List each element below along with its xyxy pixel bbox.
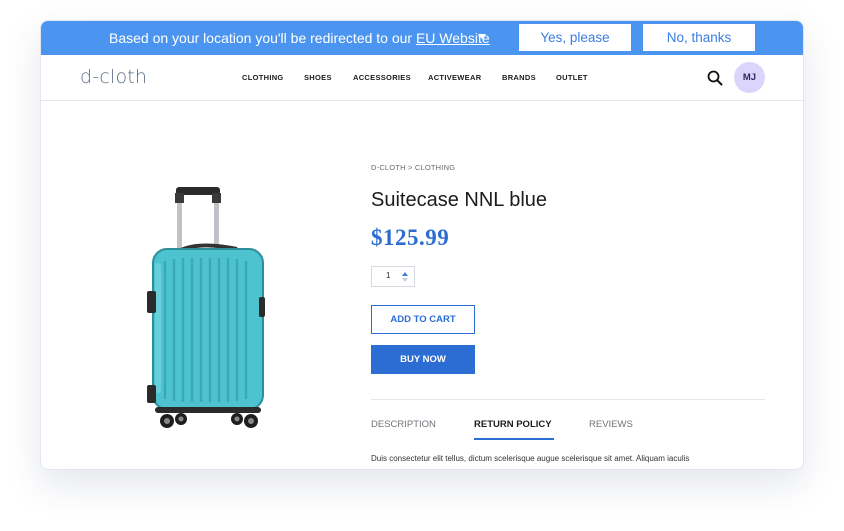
yes-please-button[interactable]: Yes, please xyxy=(519,24,631,51)
banner-message-text: Based on your location you'll be redirec… xyxy=(109,30,416,46)
redirect-banner: Based on your location you'll be redirec… xyxy=(41,21,803,55)
nav-item-clothing[interactable]: CLOTHING xyxy=(242,73,284,82)
product-price: $125.99 xyxy=(371,225,450,250)
tabs-divider xyxy=(371,399,765,400)
quantity-value[interactable]: 1 xyxy=(386,271,390,280)
nav-item-brands[interactable]: BRANDS xyxy=(502,73,536,82)
add-to-cart-button[interactable]: ADD TO CART xyxy=(371,305,475,334)
increment-arrow-icon[interactable] xyxy=(402,272,408,276)
nav-item-outlet[interactable]: OUTLET xyxy=(556,73,588,82)
avatar[interactable]: MJ xyxy=(734,62,765,93)
product-title: Suitecase NNL blue xyxy=(371,189,548,211)
nav-item-activewear[interactable]: ACTIVEWEAR xyxy=(428,73,481,82)
main-nav: CLOTHING SHOES ACCESSORIES ACTIVEWEAR BR… xyxy=(41,55,803,101)
tab-reviews[interactable]: REVIEWS xyxy=(589,419,633,430)
no-thanks-button[interactable]: No, thanks xyxy=(643,24,755,51)
nav-item-accessories[interactable]: ACCESSORIES xyxy=(353,73,411,82)
banner-message: Based on your location you'll be redirec… xyxy=(109,21,490,55)
browser-frame: Based on your location you'll be redirec… xyxy=(40,20,804,470)
tab-description[interactable]: DESCRIPTION xyxy=(371,419,436,430)
suitcase-image xyxy=(147,187,265,428)
nav-item-shoes[interactable]: SHOES xyxy=(304,73,332,82)
breadcrumb[interactable]: D-CLOTH > CLOTHING xyxy=(371,163,455,172)
tab-return-policy[interactable]: RETURN POLICY xyxy=(474,419,552,430)
buy-now-button[interactable]: BUY NOW xyxy=(371,345,475,374)
active-tab-indicator xyxy=(474,438,554,440)
search-icon[interactable] xyxy=(707,70,723,86)
site-header: d-cloth CLOTHING SHOES ACCESSORIES ACTIV… xyxy=(41,55,803,101)
decrement-arrow-icon[interactable] xyxy=(402,278,408,282)
tab-content-text: Duis consectetur elit tellus, dictum sce… xyxy=(371,454,690,463)
quantity-stepper[interactable]: 1 xyxy=(371,266,415,287)
chevron-down-icon[interactable] xyxy=(478,34,486,39)
